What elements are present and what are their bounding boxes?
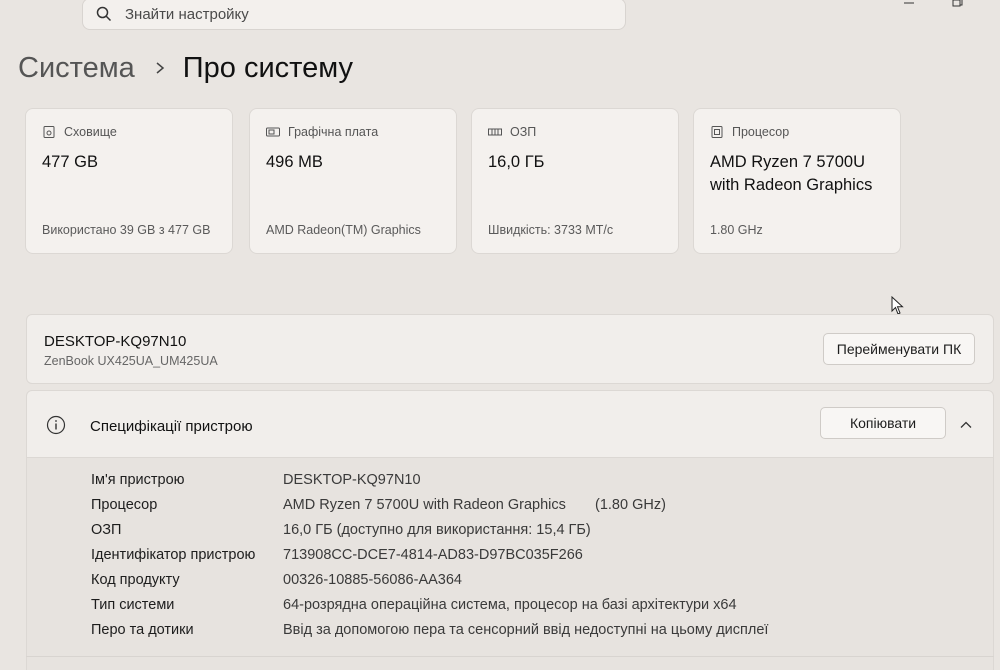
spec-value: 713908CC-DCE7-4814-AD83-D97BC035F266 bbox=[283, 547, 583, 563]
device-specs-header[interactable]: Специфікації пристрою Копіювати bbox=[26, 390, 994, 458]
ram-card[interactable]: ОЗП 16,0 ГБ Швидкість: 3733 МТ/с bbox=[471, 108, 679, 254]
spec-value: 16,0 ГБ (доступно для використання: 15,4… bbox=[283, 522, 591, 538]
copy-button[interactable]: Копіювати bbox=[820, 407, 946, 439]
card-value: 16,0 ГБ bbox=[488, 153, 545, 171]
chevron-right-icon bbox=[156, 62, 164, 74]
spec-value: AMD Ryzen 7 5700U with Radeon Graphics bbox=[283, 497, 566, 513]
spec-key: Ідентифікатор пристрою bbox=[91, 547, 256, 563]
ram-icon bbox=[488, 128, 502, 136]
search-icon bbox=[96, 6, 112, 22]
storage-icon bbox=[43, 126, 55, 138]
search-placeholder: Знайти настройку bbox=[125, 6, 249, 23]
card-sub: 1.80 GHz bbox=[710, 223, 763, 237]
minimize-icon[interactable] bbox=[902, 0, 916, 8]
spec-key: Процесор bbox=[91, 497, 158, 513]
storage-card[interactable]: Сховище 477 GB Використано 39 GB з 477 G… bbox=[25, 108, 233, 254]
card-value: 496 MB bbox=[266, 153, 323, 171]
spec-key: Тип системи bbox=[91, 597, 175, 613]
card-sub: AMD Radeon(TM) Graphics bbox=[266, 223, 421, 237]
spec-key: ОЗП bbox=[91, 522, 122, 538]
search-input[interactable]: Знайти настройку bbox=[82, 0, 626, 30]
spec-value: DESKTOP-KQ97N10 bbox=[283, 472, 421, 488]
spec-value: Ввід за допомогою пера та сенсорний ввід… bbox=[283, 622, 769, 638]
spec-key: Перо та дотики bbox=[91, 622, 194, 638]
card-label: Графічна плата bbox=[288, 125, 379, 139]
specs-title: Специфікації пристрою bbox=[90, 418, 253, 435]
gpu-icon bbox=[266, 127, 280, 137]
card-label: Сховище bbox=[64, 125, 117, 139]
spec-key: Ім'я пристрою bbox=[91, 472, 185, 488]
spec-value-extra: (1.80 GHz) bbox=[595, 497, 666, 513]
spec-key: Код продукту bbox=[91, 572, 180, 588]
restore-icon[interactable] bbox=[950, 0, 964, 8]
spec-value: 64-розрядна операційна система, процесор… bbox=[283, 597, 737, 613]
device-model: ZenBook UX425UA_UM425UA bbox=[44, 354, 218, 368]
cpu-icon bbox=[711, 126, 723, 138]
info-icon bbox=[46, 415, 66, 435]
card-label: ОЗП bbox=[510, 125, 537, 139]
breadcrumb-parent[interactable]: Система bbox=[18, 50, 135, 86]
device-specs-list: Ім'я пристрою DESKTOP-KQ97N10 Процесор A… bbox=[26, 458, 994, 670]
divider bbox=[26, 656, 994, 657]
device-name: DESKTOP-KQ97N10 bbox=[44, 333, 187, 350]
cpu-card[interactable]: Процесор AMD Ryzen 7 5700U with Radeon G… bbox=[693, 108, 901, 254]
card-value: AMD Ryzen 7 5700U with Radeon Graphics bbox=[710, 153, 873, 194]
page-title: Про систему bbox=[182, 52, 354, 84]
gpu-card[interactable]: Графічна плата 496 MB AMD Radeon(TM) Gra… bbox=[249, 108, 457, 254]
card-label: Процесор bbox=[732, 125, 790, 139]
card-sub: Швидкість: 3733 МТ/с bbox=[488, 223, 614, 237]
spec-value: 00326-10885-56086-AA364 bbox=[283, 572, 462, 588]
card-value: 477 GB bbox=[42, 153, 98, 171]
mouse-cursor-icon bbox=[891, 296, 904, 315]
breadcrumb: Система Про систему bbox=[18, 50, 353, 86]
card-sub: Використано 39 GB з 477 GB bbox=[42, 223, 211, 237]
rename-pc-button[interactable]: Перейменувати ПК bbox=[823, 333, 975, 365]
device-name-panel: DESKTOP-KQ97N10 ZenBook UX425UA_UM425UA … bbox=[26, 314, 994, 384]
chevron-up-icon[interactable] bbox=[958, 417, 974, 433]
